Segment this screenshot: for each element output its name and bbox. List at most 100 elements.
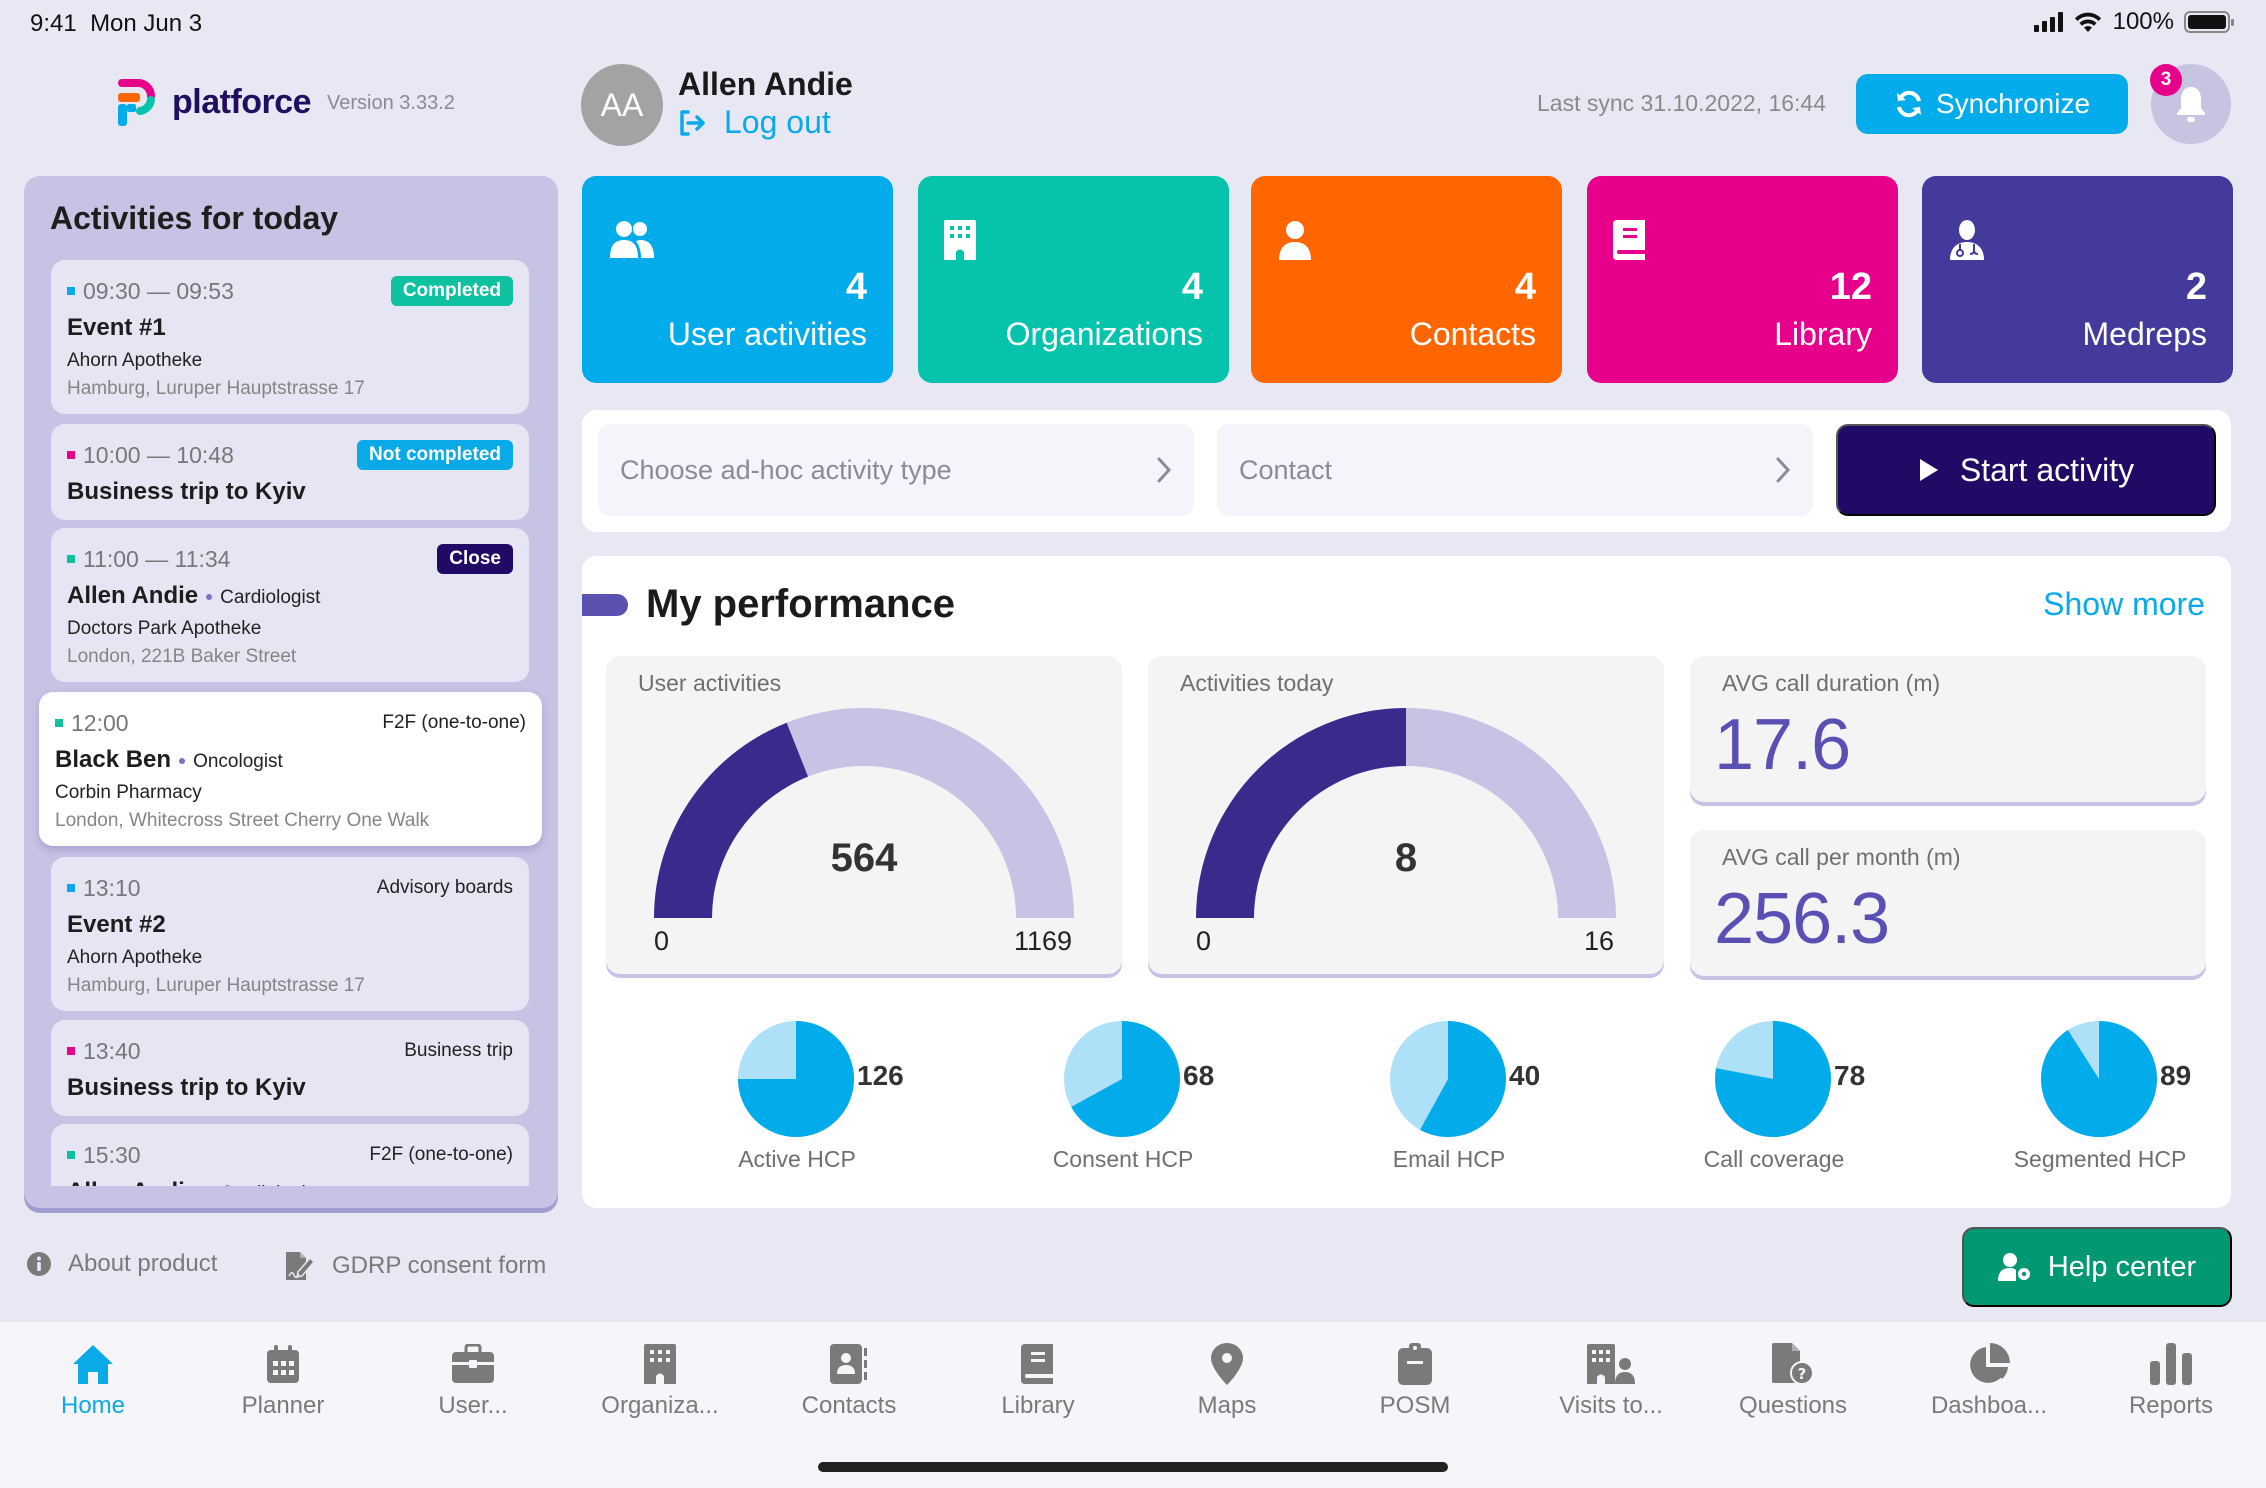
pie-consent-hcp: 68 Consent HCP xyxy=(993,1020,1253,1180)
tile-organizations[interactable]: 4 Organizations xyxy=(918,176,1229,383)
gauge-min-label: 0 xyxy=(1196,926,1212,956)
user-gear-icon xyxy=(1997,1253,2030,1281)
activity-color-marker xyxy=(67,555,75,563)
activity-item[interactable]: 15:30 F2F (one-to-one) Allen Andie Cardio… xyxy=(51,1124,529,1186)
signed-document-icon xyxy=(286,1252,316,1280)
pie-call-coverage: 78 Call coverage xyxy=(1644,1020,1904,1180)
activity-item[interactable]: 10:00 — 10:48 Not completed Business tri… xyxy=(51,424,529,520)
nav-label: Home xyxy=(60,1392,126,1419)
pie-value: 68 xyxy=(1183,1060,1215,1091)
activity-time: 10:00 — 10:48 xyxy=(67,442,234,469)
performance-title: My performance xyxy=(646,582,955,626)
gauge-fill xyxy=(654,722,809,918)
nav-visits[interactable]: Visits to... xyxy=(1521,1342,1701,1420)
activity-address: London, Whitecross Street Cherry One Wal… xyxy=(55,810,430,831)
activity-item[interactable]: 13:10 Advisory boards Event #2 Ahorn Apo… xyxy=(51,857,529,1011)
nav-user-activities[interactable]: User... xyxy=(383,1342,563,1420)
activity-item-selected[interactable]: 12:00 F2F (one-to-one) Black Ben Oncologi… xyxy=(39,692,542,846)
activity-type: Advisory boards xyxy=(376,877,513,898)
activity-item[interactable]: 13:40 Business trip Business trip to Kyi… xyxy=(51,1020,529,1116)
tile-user-activities[interactable]: 4 User activities xyxy=(582,176,893,383)
nav-maps[interactable]: Maps xyxy=(1137,1342,1317,1420)
nav-questions[interactable]: ? Questions xyxy=(1703,1342,1883,1420)
play-icon xyxy=(1919,459,1938,481)
nav-library[interactable]: Library xyxy=(948,1342,1128,1420)
activity-type: Business trip xyxy=(404,1040,513,1061)
nav-posm[interactable]: POSM xyxy=(1325,1342,1505,1420)
tile-contacts[interactable]: 4 Contacts xyxy=(1251,176,1562,383)
activity-color-marker xyxy=(67,451,75,459)
activity-type-placeholder: Choose ad-hoc activity type xyxy=(620,454,952,485)
activity-address: Hamburg, Luruper Hauptstrasse 17 xyxy=(67,378,365,399)
about-product-link[interactable]: About product xyxy=(26,1250,217,1278)
nav-contacts[interactable]: Contacts xyxy=(759,1342,939,1420)
pie-chart xyxy=(1390,1021,1506,1137)
nav-label: Organiza... xyxy=(601,1392,719,1419)
show-more-link[interactable]: Show more xyxy=(2043,586,2205,623)
activity-time-text: 09:30 — 09:53 xyxy=(83,277,234,304)
contact-specialty: Cardiologist xyxy=(220,587,321,608)
pie-value: 78 xyxy=(1834,1060,1866,1091)
logout-link[interactable]: Log out xyxy=(678,104,831,141)
nav-planner[interactable]: Planner xyxy=(193,1342,373,1420)
gdpr-consent-link[interactable]: GDRP consent form xyxy=(284,1250,546,1282)
logo-mark-icon xyxy=(118,79,155,126)
bell-icon xyxy=(2177,87,2205,122)
separator-dot xyxy=(179,757,186,764)
pie-label: Call coverage xyxy=(1703,1146,1845,1172)
tile-label: Library xyxy=(1774,316,1872,352)
activity-address: London, 221B Baker Street xyxy=(67,646,297,667)
tile-count: 4 xyxy=(1514,266,1536,308)
metric-card-avg-call-per-month: AVG call per month (m) 256.3 xyxy=(1690,830,2206,976)
activities-list[interactable]: 09:30 — 09:53 Completed Event #1 Ahorn A… xyxy=(24,260,558,1186)
clock: 9:41 xyxy=(30,10,77,37)
nav-label: Reports xyxy=(2128,1392,2214,1419)
synchronize-button[interactable]: Synchronize xyxy=(1856,74,2128,134)
contact-select[interactable]: Contact xyxy=(1217,424,1813,516)
pie-value: 40 xyxy=(1509,1060,1541,1091)
gauge-min-label: 0 xyxy=(654,926,670,956)
close-badge-button[interactable]: Close xyxy=(437,544,513,574)
calendar-icon xyxy=(267,1345,299,1383)
activity-time-text: 13:10 xyxy=(83,874,141,901)
contact-specialty: Cardiologist xyxy=(220,1183,320,1186)
contact-name: Allen Andie xyxy=(67,582,199,609)
metric-label: AVG call per month (m) xyxy=(1722,844,1961,870)
activity-item[interactable]: 09:30 — 09:53 Completed Event #1 Ahorn A… xyxy=(51,260,529,414)
pie-label: Email HCP xyxy=(1392,1146,1506,1172)
activity-type-select[interactable]: Choose ad-hoc activity type xyxy=(598,424,1194,516)
home-indicator[interactable] xyxy=(818,1462,1448,1472)
nav-reports[interactable]: Reports xyxy=(2081,1342,2261,1420)
info-icon xyxy=(27,1252,51,1276)
nav-label: Library xyxy=(1001,1392,1075,1419)
nav-organizations[interactable]: Organiza... xyxy=(570,1342,750,1420)
nav-label: Dashboa... xyxy=(1930,1392,2048,1419)
nav-home[interactable]: Home xyxy=(3,1342,183,1420)
status-time: 9:41 Mon Jun 3 xyxy=(30,10,202,38)
activity-org: Corbin Pharmacy xyxy=(55,782,202,803)
activity-item[interactable]: 11:00 — 11:34 Close Allen Andie Cardiolog… xyxy=(51,528,529,682)
pie-label: Consent HCP xyxy=(1052,1146,1194,1172)
tile-medreps[interactable]: 2 Medreps xyxy=(1922,176,2233,383)
help-center-button[interactable]: Help center xyxy=(1962,1227,2232,1307)
pie-chart xyxy=(1715,1021,1831,1137)
book-icon xyxy=(1613,220,1645,260)
activity-time: 13:10 xyxy=(67,875,141,902)
activity-title: Business trip to Kyiv xyxy=(67,1074,306,1101)
nav-dashboard[interactable]: Dashboa... xyxy=(1899,1342,2079,1420)
chevron-right-icon xyxy=(1776,457,1791,483)
activity-title: Allen Andie Cardiologist xyxy=(67,1178,513,1186)
gauge-max-label: 16 xyxy=(1583,926,1614,956)
cellular-signal-icon xyxy=(2033,12,2063,32)
activity-time-text: 12:00 xyxy=(71,709,129,736)
avatar[interactable]: AA xyxy=(581,64,663,146)
app-version: Version 3.33.2 xyxy=(327,92,455,114)
notification-badge: 3 xyxy=(2150,64,2182,96)
start-activity-button[interactable]: Start activity xyxy=(1836,424,2216,516)
activity-time: 09:30 — 09:53 xyxy=(67,278,234,305)
pie-value: 89 xyxy=(2160,1060,2192,1091)
activity-time: 15:30 xyxy=(67,1142,141,1169)
activity-org: Ahorn Apotheke xyxy=(67,350,203,371)
tile-count: 4 xyxy=(1181,266,1203,308)
tile-library[interactable]: 12 Library xyxy=(1587,176,1898,383)
